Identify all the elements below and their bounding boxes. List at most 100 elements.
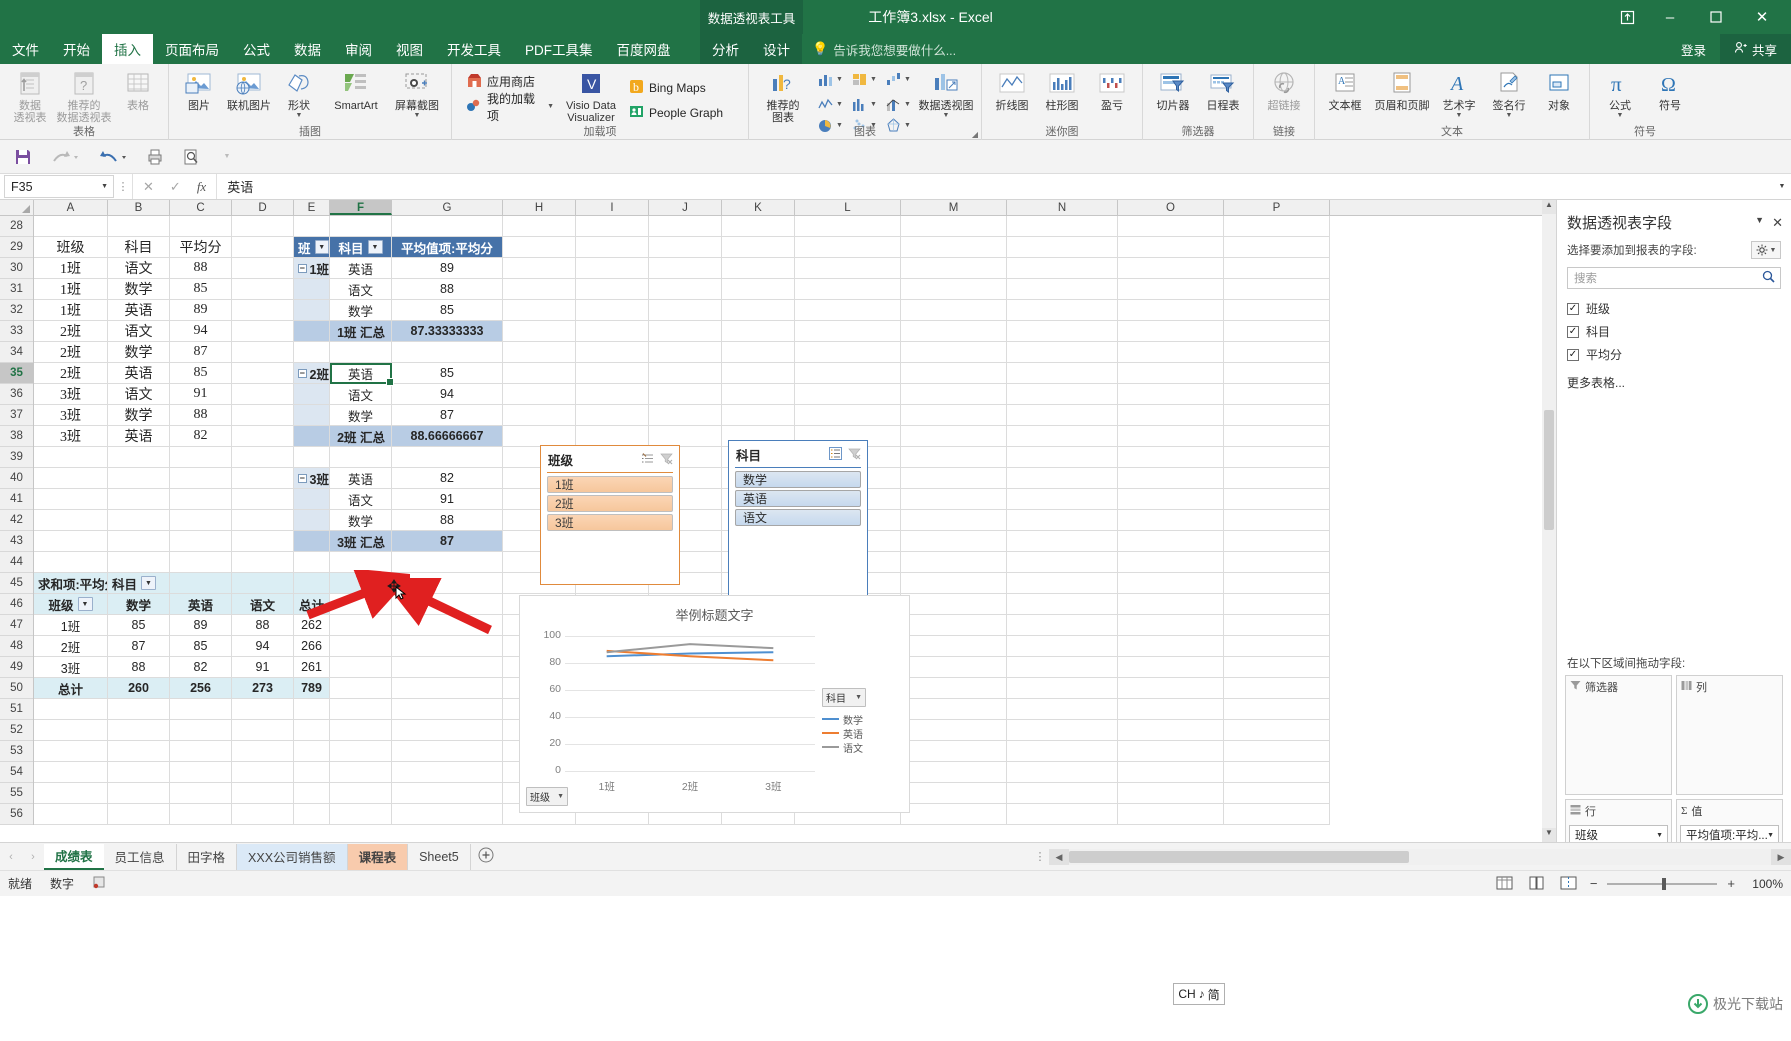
cell-P50[interactable]: [1224, 678, 1330, 699]
add-sheet-button[interactable]: [471, 847, 501, 867]
cell-D30[interactable]: [232, 258, 294, 279]
cell-O51[interactable]: [1118, 699, 1224, 720]
horizontal-scroll-thumb[interactable]: [1069, 850, 1409, 863]
col-header-E[interactable]: E: [294, 200, 330, 215]
cell-O50[interactable]: [1118, 678, 1224, 699]
cell-N30[interactable]: [1007, 258, 1118, 279]
cell-P49[interactable]: [1224, 657, 1330, 678]
checkbox-average[interactable]: ✓: [1567, 348, 1579, 361]
cell-G33[interactable]: 87.33333333: [392, 321, 503, 342]
cell-O42[interactable]: [1118, 510, 1224, 531]
cell-P48[interactable]: [1224, 636, 1330, 657]
cell-P28[interactable]: [1224, 216, 1330, 237]
tab-insert[interactable]: 插入: [102, 34, 153, 64]
cell-D31[interactable]: [232, 279, 294, 300]
pivot-table-button[interactable]: 数据 透视表: [6, 67, 54, 124]
cell-M31[interactable]: [901, 279, 1007, 300]
cell-F44[interactable]: [330, 552, 392, 573]
slicer-subject-item-1[interactable]: 英语: [735, 490, 861, 507]
tab-design[interactable]: 设计: [751, 34, 802, 64]
name-box-caret-icon[interactable]: ▼: [101, 183, 108, 190]
cell-C47[interactable]: 89: [170, 615, 232, 636]
cell-N31[interactable]: [1007, 279, 1118, 300]
cell-C43[interactable]: [170, 531, 232, 552]
cell-M48[interactable]: [901, 636, 1007, 657]
cell-J35[interactable]: [649, 363, 722, 384]
cell-F31[interactable]: 语文: [330, 279, 392, 300]
col-header-M[interactable]: M: [901, 200, 1007, 215]
cell-B43[interactable]: [108, 531, 170, 552]
cell-O31[interactable]: [1118, 279, 1224, 300]
cell-J34[interactable]: [649, 342, 722, 363]
cell-C50[interactable]: 256: [170, 678, 232, 699]
zone-columns[interactable]: 列: [1676, 675, 1783, 795]
zoom-in-button[interactable]: +: [1727, 876, 1735, 891]
charts-dialog-launcher[interactable]: ◢: [972, 130, 978, 139]
filter-dropdown-icon[interactable]: ▼: [314, 240, 329, 254]
cell-M40[interactable]: [901, 468, 1007, 489]
cell-D43[interactable]: [232, 531, 294, 552]
close-button[interactable]: ✕: [1739, 2, 1785, 32]
cell-B29[interactable]: 科目: [108, 237, 170, 258]
cell-F32[interactable]: 数学: [330, 300, 392, 321]
cell-F35[interactable]: 英语: [330, 363, 392, 384]
cell-A28[interactable]: [34, 216, 108, 237]
cell-M49[interactable]: [901, 657, 1007, 678]
cell-D36[interactable]: [232, 384, 294, 405]
cell-O39[interactable]: [1118, 447, 1224, 468]
cell-O38[interactable]: [1118, 426, 1224, 447]
cell-O53[interactable]: [1118, 741, 1224, 762]
sparkline-line-button[interactable]: 折线图: [988, 67, 1036, 112]
zone-values-field-0-caret-icon[interactable]: ▼: [1767, 832, 1774, 839]
cell-E52[interactable]: [294, 720, 330, 741]
cell-E42[interactable]: [294, 510, 330, 531]
cell-N44[interactable]: [1007, 552, 1118, 573]
signature-line-caret-icon[interactable]: ▼: [1506, 112, 1513, 119]
col-header-G[interactable]: G: [392, 200, 503, 215]
cell-I32[interactable]: [576, 300, 649, 321]
equation-button[interactable]: π 公式 ▼: [1596, 67, 1644, 119]
cell-O37[interactable]: [1118, 405, 1224, 426]
cell-N56[interactable]: [1007, 804, 1118, 825]
cell-A48[interactable]: 2班: [34, 636, 108, 657]
cell-A45[interactable]: 求和项:平均分: [34, 573, 108, 594]
more-tables-link[interactable]: 更多表格...: [1557, 366, 1791, 399]
cell-D32[interactable]: [232, 300, 294, 321]
cell-P33[interactable]: [1224, 321, 1330, 342]
cell-C40[interactable]: [170, 468, 232, 489]
cell-G28[interactable]: [392, 216, 503, 237]
cell-D55[interactable]: [232, 783, 294, 804]
cell-L28[interactable]: [795, 216, 901, 237]
tab-pdf-tools[interactable]: PDF工具集: [513, 34, 605, 64]
cell-M28[interactable]: [901, 216, 1007, 237]
cell-F43[interactable]: 3班 汇总: [330, 531, 392, 552]
row-header-41[interactable]: 41: [0, 489, 33, 510]
cell-G37[interactable]: 87: [392, 405, 503, 426]
cell-B54[interactable]: [108, 762, 170, 783]
cell-K33[interactable]: [722, 321, 795, 342]
share-button[interactable]: 共享: [1719, 34, 1791, 64]
search-input[interactable]: 搜索: [1567, 267, 1781, 289]
row-header-44[interactable]: 44: [0, 552, 33, 573]
enter-formula-icon[interactable]: ✓: [170, 179, 181, 195]
checkbox-subject[interactable]: ✓: [1567, 325, 1579, 338]
cell-K29[interactable]: [722, 237, 795, 258]
cell-L35[interactable]: [795, 363, 901, 384]
cell-N39[interactable]: [1007, 447, 1118, 468]
screenshot-caret-icon[interactable]: ▼: [414, 112, 421, 119]
slicer-class-item-2[interactable]: 3班: [547, 514, 673, 531]
cell-O35[interactable]: [1118, 363, 1224, 384]
zone-values-field-0[interactable]: 平均值项:平均... ▼: [1680, 825, 1779, 842]
cell-C35[interactable]: 85: [170, 363, 232, 384]
expand-formula-bar-icon[interactable]: ▼: [1773, 174, 1791, 199]
cell-G44[interactable]: [392, 552, 503, 573]
cell-B39[interactable]: [108, 447, 170, 468]
cell-B36[interactable]: 语文: [108, 384, 170, 405]
cell-C29[interactable]: 平均分: [170, 237, 232, 258]
cell-B51[interactable]: [108, 699, 170, 720]
collapse-group-icon[interactable]: −: [298, 368, 307, 378]
tab-baidu-netdisk[interactable]: 百度网盘: [605, 34, 683, 64]
cell-P34[interactable]: [1224, 342, 1330, 363]
row-header-31[interactable]: 31: [0, 279, 33, 300]
grid-cells[interactable]: 班级 科目 平均分班 ▼ 科目 ▼ 平均值项:平均分 1班 语文 88−1班 英语 89 1班 数学 85 语…: [34, 216, 1791, 825]
